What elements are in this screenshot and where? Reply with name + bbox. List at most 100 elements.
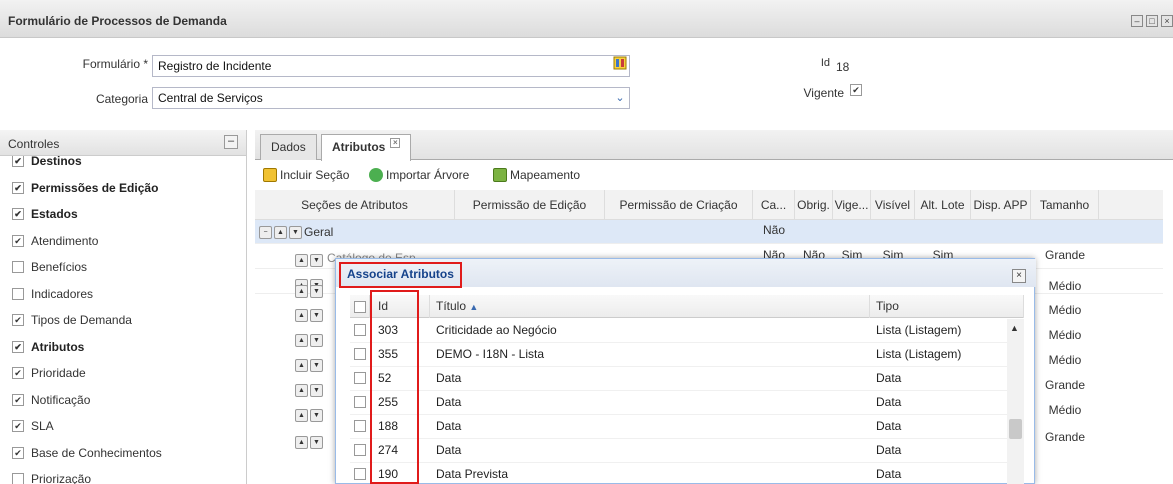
- row-checkbox[interactable]: [354, 420, 366, 432]
- window-titlebar: Formulário de Processos de Demanda – □ ×: [0, 0, 1173, 38]
- sidebar-item-1[interactable]: Permissões de Edição: [0, 175, 246, 202]
- dialog-row[interactable]: 52 Data Data: [350, 367, 1008, 391]
- dialog-row[interactable]: 190 Data Prevista Data: [350, 463, 1008, 484]
- sidebar-checkbox[interactable]: [12, 473, 24, 484]
- sidebar-checkbox[interactable]: [12, 314, 24, 327]
- scroll-thumb[interactable]: [1009, 419, 1022, 439]
- dialog-row[interactable]: 355 DEMO - I18N - Lista Lista (Listagem): [350, 343, 1008, 367]
- sidebar-checkbox[interactable]: [12, 155, 24, 168]
- sidebar-checkbox[interactable]: [12, 393, 24, 406]
- sidebar-checkbox[interactable]: [12, 261, 24, 274]
- chevron-down-icon[interactable]: ⌄: [610, 88, 630, 108]
- move-down-icon[interactable]: ▼: [289, 225, 302, 239]
- move-up-icon[interactable]: ▲: [295, 409, 308, 422]
- group-row-geral[interactable]: − ▲ ▼ Geral Não: [255, 220, 1163, 244]
- sidebar-checkbox[interactable]: [12, 234, 24, 247]
- move-down-icon[interactable]: ▼: [310, 436, 323, 449]
- row-checkbox[interactable]: [354, 444, 366, 456]
- dialog-row[interactable]: 303 Criticidade ao Negócio Lista (Listagem…: [350, 319, 1008, 343]
- grid-col-header[interactable]: Disp. APP: [971, 190, 1031, 220]
- grid-col-header[interactable]: Alt. Lote: [915, 190, 971, 220]
- formulario-picker-icon[interactable]: [610, 56, 630, 76]
- collapse-icon[interactable]: –: [224, 135, 238, 149]
- sidebar-item-6[interactable]: Tipos de Demanda: [0, 307, 246, 334]
- move-up-icon[interactable]: ▲: [295, 254, 308, 267]
- sidebar-item-4[interactable]: Benefícios: [0, 254, 246, 281]
- grid-header: Seções de Atributos Permissão de Edição Pe…: [255, 190, 1163, 220]
- collapse-group-icon[interactable]: −: [259, 225, 272, 239]
- tab-close-icon[interactable]: ×: [390, 138, 401, 148]
- sidebar-item-2[interactable]: Estados: [0, 201, 246, 228]
- dialog-row[interactable]: 274 Data Data: [350, 439, 1008, 463]
- sidebar-item-7[interactable]: Atributos: [0, 334, 246, 361]
- row-checkbox[interactable]: [354, 468, 366, 480]
- move-down-icon[interactable]: ▼: [310, 309, 323, 322]
- grid-col-header[interactable]: Visível: [871, 190, 915, 220]
- move-up-icon[interactable]: ▲: [295, 384, 308, 397]
- move-up-icon[interactable]: ▲: [295, 334, 308, 347]
- id-value: 18: [836, 60, 850, 74]
- dialog-close-icon[interactable]: ×: [1012, 269, 1026, 283]
- formulario-input[interactable]: Registro de Incidente: [152, 55, 630, 77]
- sidebar-checkbox[interactable]: [12, 340, 24, 353]
- sidebar-item-10[interactable]: SLA: [0, 413, 246, 440]
- grid-col-header[interactable]: Seções de Atributos: [255, 190, 455, 220]
- move-down-icon[interactable]: ▼: [310, 384, 323, 397]
- close-icon[interactable]: ×: [1161, 15, 1173, 27]
- row-checkbox[interactable]: [354, 348, 366, 360]
- minimize-icon[interactable]: –: [1131, 15, 1143, 27]
- move-down-icon[interactable]: ▼: [310, 334, 323, 347]
- import-tree-icon: [369, 168, 383, 182]
- sidebar-item-12[interactable]: Priorização: [0, 466, 246, 484]
- sidebar-checkbox[interactable]: [12, 446, 24, 459]
- categoria-select[interactable]: Central de Serviços: [152, 87, 630, 109]
- sidebar-item-label: Base de Conhecimentos: [31, 445, 162, 460]
- sidebar-checkbox[interactable]: [12, 208, 24, 221]
- sidebar-title: Controles: [8, 137, 60, 151]
- grid-col-header[interactable]: Ca...: [753, 190, 795, 220]
- incluir-secao-button[interactable]: Incluir Seção: [263, 168, 349, 182]
- grid-col-header[interactable]: Vige...: [833, 190, 871, 220]
- sidebar-item-3[interactable]: Atendimento: [0, 228, 246, 255]
- row-checkbox[interactable]: [354, 324, 366, 336]
- row-checkbox[interactable]: [354, 372, 366, 384]
- dialog-scrollbar[interactable]: ▲: [1007, 319, 1024, 484]
- select-all-checkbox[interactable]: [350, 295, 370, 318]
- row-checkbox[interactable]: [354, 396, 366, 408]
- move-down-icon[interactable]: ▼: [310, 254, 323, 267]
- grid-col-header[interactable]: Permissão de Criação: [605, 190, 753, 220]
- importar-arvore-button[interactable]: Importar Árvore: [369, 168, 469, 182]
- move-up-icon[interactable]: ▲: [295, 309, 308, 322]
- sidebar-item-5[interactable]: Indicadores: [0, 281, 246, 308]
- move-down-icon[interactable]: ▼: [310, 409, 323, 422]
- tab-atributos[interactable]: Atributos ×: [321, 134, 412, 161]
- sidebar-item-11[interactable]: Base de Conhecimentos: [0, 440, 246, 467]
- move-down-icon[interactable]: ▼: [310, 359, 323, 372]
- row-move-buttons: ▲▼: [295, 356, 325, 372]
- move-up-icon[interactable]: ▲: [274, 225, 287, 239]
- move-down-icon[interactable]: ▼: [310, 285, 323, 298]
- sidebar-checkbox[interactable]: [12, 287, 24, 300]
- col-titulo-header[interactable]: Título ▲: [430, 295, 870, 318]
- scroll-up-icon[interactable]: ▲: [1010, 323, 1019, 333]
- sidebar-checkbox[interactable]: [12, 367, 24, 380]
- maximize-icon[interactable]: □: [1146, 15, 1158, 27]
- sidebar-item-label: Destinos: [31, 154, 82, 169]
- move-up-icon[interactable]: ▲: [295, 436, 308, 449]
- sidebar-item-9[interactable]: Notificação: [0, 387, 246, 414]
- dialog-row[interactable]: 255 Data Data: [350, 391, 1008, 415]
- grid-col-header[interactable]: Tamanho: [1031, 190, 1099, 220]
- move-up-icon[interactable]: ▲: [295, 359, 308, 372]
- vigente-checkbox[interactable]: [850, 84, 862, 96]
- sidebar-checkbox[interactable]: [12, 181, 24, 194]
- move-up-icon[interactable]: ▲: [295, 285, 308, 298]
- grid-col-header[interactable]: Obrig.: [795, 190, 833, 220]
- row-tamanho: Grande: [1044, 248, 1086, 262]
- dialog-row[interactable]: 188 Data Data: [350, 415, 1008, 439]
- tab-dados[interactable]: Dados: [260, 134, 317, 160]
- sidebar-checkbox[interactable]: [12, 420, 24, 433]
- col-tipo-header[interactable]: Tipo: [870, 295, 1024, 318]
- mapeamento-button[interactable]: Mapeamento: [493, 168, 580, 182]
- sidebar-item-8[interactable]: Prioridade: [0, 360, 246, 387]
- grid-col-header[interactable]: Permissão de Edição: [455, 190, 605, 220]
